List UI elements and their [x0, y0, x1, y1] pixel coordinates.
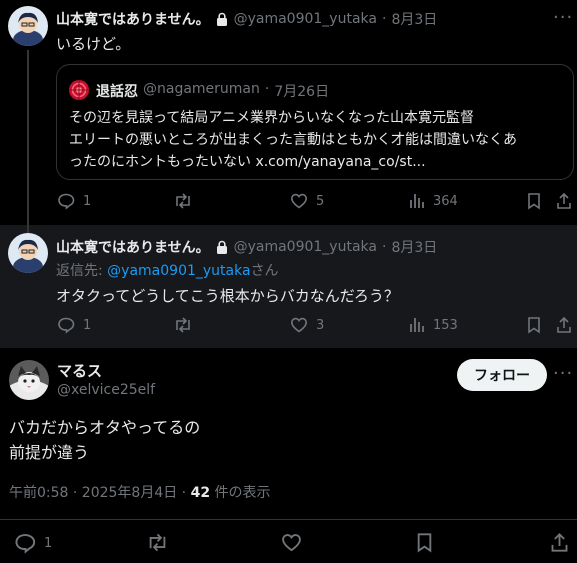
separator-dot: · — [264, 81, 270, 97]
like-button[interactable]: 3 — [290, 316, 324, 334]
heart-icon[interactable] — [281, 532, 302, 557]
reply-icon — [57, 192, 75, 210]
like-button[interactable]: 5 — [290, 192, 324, 210]
lock-icon — [215, 12, 229, 27]
like-count: 3 — [316, 317, 325, 333]
retweet-button[interactable] — [173, 316, 201, 334]
views-button[interactable]: 153 — [409, 316, 458, 334]
tweet-text: いるけど。 — [56, 35, 131, 53]
bookmark-icon[interactable] — [526, 316, 542, 338]
retweet-button[interactable] — [173, 192, 201, 210]
reply-count: 1 — [83, 317, 92, 333]
quote-avatar — [68, 79, 90, 105]
tweet-2[interactable]: 山本寛ではありません。 @yama0901_yutaka · 8月3日 返信先:… — [0, 225, 577, 348]
avatar[interactable] — [8, 6, 48, 46]
more-options-icon[interactable]: ··· — [553, 363, 573, 384]
share-icon[interactable] — [556, 192, 572, 214]
heart-icon — [290, 316, 308, 334]
views-icon — [409, 192, 425, 210]
reply-button[interactable]: 1 — [57, 192, 91, 210]
retweet-icon — [173, 316, 193, 334]
thread-line — [27, 50, 29, 225]
share-icon[interactable] — [556, 316, 572, 338]
handle[interactable]: @yama0901_yutaka — [234, 11, 377, 27]
display-name[interactable]: 山本寛ではありません。 — [56, 9, 210, 29]
quote-display-name: 退話忍 — [96, 84, 138, 100]
like-count: 5 — [316, 193, 325, 209]
quote-date: 7月26日 — [274, 84, 330, 100]
reply-context: 返信先: @yama0901_yutakaさん — [56, 260, 279, 280]
tweet-meta: 午前0:58 · 2025年8月4日 · 42 件の表示 — [9, 482, 271, 502]
timestamp[interactable]: 午前0:58 · 2025年8月4日 · — [9, 485, 191, 501]
retweet-icon — [173, 192, 193, 210]
thread-line — [27, 225, 29, 233]
avatar[interactable] — [9, 360, 49, 400]
views-number: 42 — [190, 485, 211, 501]
reply-count: 1 — [83, 193, 92, 209]
separator-dot: · — [381, 239, 387, 255]
quote-handle: @nagameruman — [143, 81, 260, 97]
follow-button[interactable]: フォロー — [457, 359, 547, 391]
quote-text-line: ったのにホントもったいない x.com/yanayana_co/st... — [69, 154, 426, 170]
heart-icon — [290, 192, 308, 210]
retweet-icon[interactable] — [146, 532, 169, 557]
avatar[interactable] — [8, 233, 48, 273]
tweet-date[interactable]: 8月3日 — [391, 9, 437, 29]
quote-text-line: エリートの悪いところが出まくった言動はともかく才能は間違いなくあ — [69, 132, 517, 148]
tweet-date[interactable]: 8月3日 — [391, 237, 437, 257]
quote-text-line: その辺を見誤って結局アニメ業界からいなくなった山本寛元監督 — [69, 110, 475, 126]
display-name[interactable]: 山本寛ではありません。 — [56, 237, 210, 257]
display-name[interactable]: マるス — [57, 360, 102, 381]
reply-button[interactable]: 1 — [57, 316, 91, 334]
separator-dot: · — [381, 11, 387, 27]
divider — [0, 519, 577, 520]
views-count: 364 — [433, 193, 458, 209]
tweet-text-line: 前提が違う — [9, 443, 90, 462]
quote-tweet[interactable]: 退話忍 @nagameruman · 7月26日 その辺を見誤って結局アニメ業界… — [56, 64, 574, 180]
views-count: 153 — [433, 317, 458, 333]
handle[interactable]: @xelvice25elf — [57, 382, 155, 398]
bookmark-icon[interactable] — [526, 192, 542, 214]
handle[interactable]: @yama0901_yutaka — [234, 239, 377, 255]
bookmark-icon[interactable] — [415, 532, 434, 557]
reply-icon — [14, 532, 36, 554]
tweet-1[interactable]: 山本寛ではありません。 @yama0901_yutaka · 8月3日 ··· … — [0, 0, 577, 225]
views-label: 件の表示 — [210, 485, 271, 501]
reply-prefix: 返信先: — [56, 263, 108, 279]
main-tweet: マるス @xelvice25elf フォロー ··· バカだからオタやってるの … — [0, 348, 577, 563]
reply-icon — [57, 316, 75, 334]
views-icon — [409, 316, 425, 334]
more-options-icon[interactable]: ··· — [553, 7, 573, 28]
reply-suffix: さん — [250, 263, 279, 279]
reply-button[interactable]: 1 — [14, 532, 52, 554]
tweet-text: オタクってどうしてこう根本からバカなんだろう？ — [56, 287, 399, 305]
views-button[interactable]: 364 — [409, 192, 458, 210]
reply-count: 1 — [44, 535, 53, 551]
tweet-text-line: バカだからオタやってるの — [9, 418, 201, 437]
reply-handle-link[interactable]: @yama0901_yutaka — [107, 263, 250, 279]
lock-icon — [215, 240, 229, 255]
share-icon[interactable] — [550, 532, 569, 557]
